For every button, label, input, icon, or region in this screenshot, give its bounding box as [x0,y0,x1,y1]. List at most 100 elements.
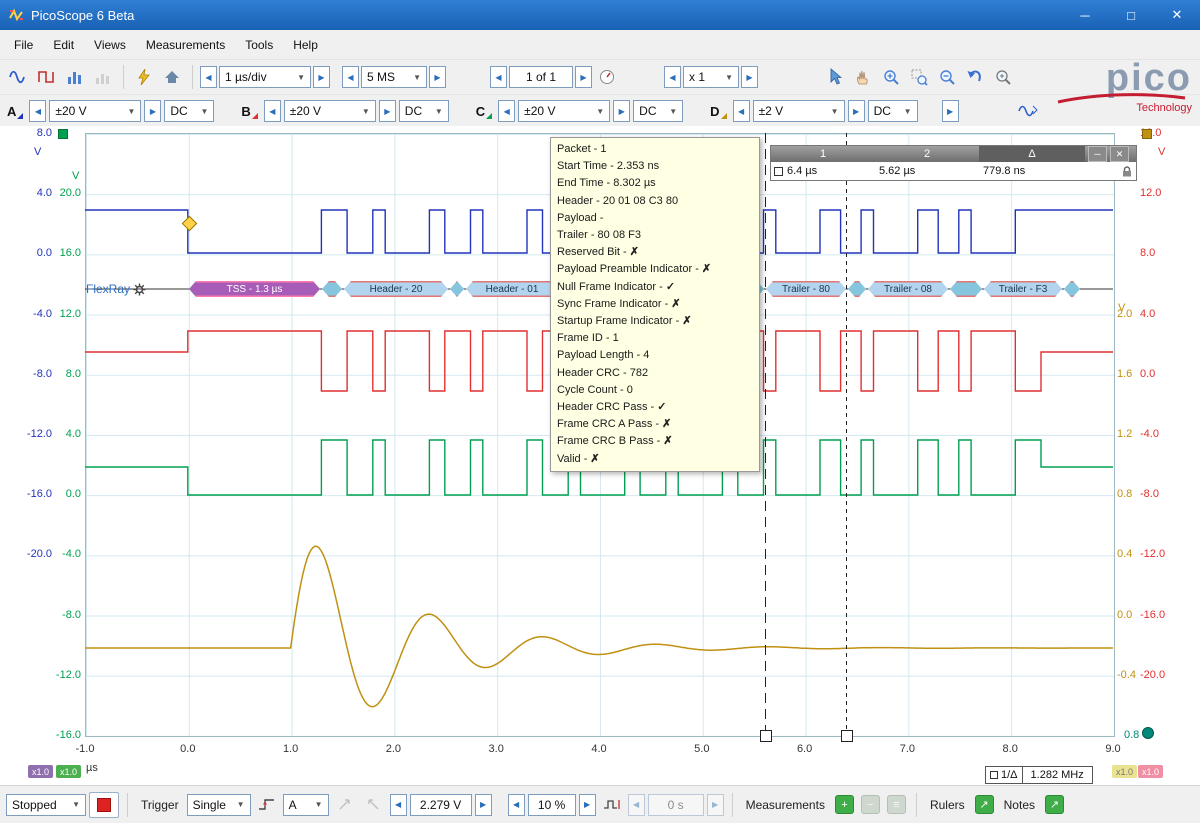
trigger-drag2-icon[interactable] [361,792,387,818]
hand-tool-button[interactable] [850,64,876,90]
pretrigger-up-button[interactable]: ▶ [579,794,596,816]
channel-c-range-prev[interactable]: ◀ [498,100,515,122]
channel-d-coupling-select[interactable]: DC▼ [868,100,918,122]
channel-c-range-select[interactable]: ±20 V▼ [518,100,610,122]
channel-d-range-prev[interactable]: ◀ [733,100,750,122]
window-zoom-tool-button[interactable] [906,64,932,90]
zoom-badge-math[interactable]: x1.0 [28,765,53,778]
spectrum-view-button[interactable] [62,64,88,90]
channel-b-range-select[interactable]: ±20 V▼ [284,100,376,122]
buffer-index-field[interactable]: 1 of 1 [509,66,573,88]
decoder-segment[interactable]: Trailer - 80 [766,281,846,297]
trigger-level-up-button[interactable]: ▶ [475,794,492,816]
channel-a-range-select[interactable]: ±20 V▼ [49,100,141,122]
pretrigger-field[interactable]: 10 % [528,794,576,816]
channel-b-button[interactable]: B [241,104,257,119]
trigger-drag-icon[interactable] [332,792,358,818]
xy-view-button[interactable] [90,64,116,90]
trigger-source-select[interactable]: A▼ [283,794,329,816]
channel-c-button[interactable]: C [476,104,492,119]
buffer-navigator-button[interactable] [594,64,620,90]
pretrigger-down-button[interactable]: ◀ [508,794,525,816]
timebase-next-button[interactable]: ▶ [313,66,330,88]
trigger-edge-button[interactable] [254,792,280,818]
more-channels-button[interactable]: ▶ [942,100,959,122]
legend-close-button[interactable]: ✕ [1110,146,1129,162]
zoom-full-button[interactable] [990,64,1016,90]
legend-minimize-button[interactable]: ─ [1088,146,1107,162]
edit-measurement-button[interactable]: ≡ [887,795,906,814]
time-ruler-2-handle[interactable] [760,730,772,742]
channel-d-axis-handle[interactable] [1142,129,1152,139]
rulers-legend[interactable]: 1 2 Δ ─ ✕ 6.4 µs 5.62 µs 779.8 ns [770,145,1137,181]
zoom-badge-channel-d[interactable]: x1.0 [1112,765,1137,778]
rulers-button[interactable]: ↗ [975,795,994,814]
minimize-button[interactable]: ─ [1062,0,1108,30]
zoom-prev-button[interactable]: ◀ [664,66,681,88]
add-measurement-button[interactable]: + [835,795,854,814]
trigger-mode-select[interactable]: Single▼ [187,794,251,816]
channel-a-button[interactable]: A [7,104,23,119]
holdoff-icon-button[interactable] [599,792,625,818]
samples-prev-button[interactable]: ◀ [342,66,359,88]
menu-measurements[interactable]: Measurements [136,33,235,57]
decoder-segment[interactable]: TSS - 1.3 µs [189,281,320,297]
probes-button[interactable] [1015,98,1041,124]
time-ruler-1-handle[interactable] [841,730,853,742]
menu-edit[interactable]: Edit [43,33,84,57]
rulers-legend-header[interactable]: 1 2 Δ ─ ✕ [771,146,1136,162]
time-ruler-1[interactable] [846,133,847,735]
flexray-decoder-tag[interactable]: FlexRay [86,282,146,296]
home-button[interactable] [159,64,185,90]
persistence-view-button[interactable] [34,64,60,90]
stop-button[interactable] [89,792,119,818]
timebase-select[interactable]: 1 µs/div▼ [219,66,311,88]
scope-view-button[interactable] [6,64,32,90]
auto-setup-button[interactable] [131,64,157,90]
holdoff-down-button[interactable]: ◀ [628,794,645,816]
zoom-badge-channel-b[interactable]: x1.0 [1138,765,1163,778]
undo-zoom-button[interactable] [962,64,988,90]
trigger-level-field[interactable]: 2.279 V [410,794,472,816]
pointer-tool-button[interactable] [822,64,848,90]
channel-a-range-next[interactable]: ▶ [144,100,161,122]
channel-b-range-next[interactable]: ▶ [379,100,396,122]
buffer-prev-button[interactable]: ◀ [490,66,507,88]
trigger-level-down-button[interactable]: ◀ [390,794,407,816]
gear-icon[interactable] [133,283,146,296]
menu-views[interactable]: Views [84,33,136,57]
notes-button[interactable]: ↗ [1045,795,1064,814]
zoom-badge-channel-c[interactable]: x1.0 [56,765,81,778]
reference-axis-handle[interactable] [1142,727,1154,739]
channel-d-range-next[interactable]: ▶ [848,100,865,122]
channel-c-range-next[interactable]: ▶ [613,100,630,122]
timebase-prev-button[interactable]: ◀ [200,66,217,88]
channel-a-coupling-select[interactable]: DC▼ [164,100,214,122]
samples-select[interactable]: 5 MS▼ [361,66,427,88]
zoom-next-button[interactable]: ▶ [741,66,758,88]
channel-b-coupling-select[interactable]: DC▼ [399,100,449,122]
holdoff-up-button[interactable]: ▶ [707,794,724,816]
menu-tools[interactable]: Tools [235,33,283,57]
decoder-segment[interactable]: Header - 01 [466,281,558,297]
capture-state-button[interactable]: Stopped▼ [6,794,86,816]
lock-icon[interactable] [1122,166,1132,177]
zoom-select[interactable]: x 1▼ [683,66,739,88]
channel-d-button[interactable]: D [710,104,726,119]
maximize-button[interactable]: □ [1108,0,1154,30]
menu-file[interactable]: File [4,33,43,57]
decoder-segment[interactable]: Trailer - 08 [868,281,948,297]
channel-c-coupling-select[interactable]: DC▼ [633,100,683,122]
samples-next-button[interactable]: ▶ [429,66,446,88]
channel-c-axis-handle[interactable] [58,129,68,139]
decoder-segment[interactable]: Header - 20 [344,281,448,297]
close-button[interactable]: ✕ [1154,0,1200,30]
buffer-next-button[interactable]: ▶ [575,66,592,88]
zoom-in-tool-button[interactable] [878,64,904,90]
decoder-segment[interactable]: Trailer - F3 [984,281,1062,297]
zoom-out-tool-button[interactable] [934,64,960,90]
channel-a-range-prev[interactable]: ◀ [29,100,46,122]
time-ruler-2[interactable] [765,133,766,735]
channel-b-range-prev[interactable]: ◀ [264,100,281,122]
remove-measurement-button[interactable]: − [861,795,880,814]
